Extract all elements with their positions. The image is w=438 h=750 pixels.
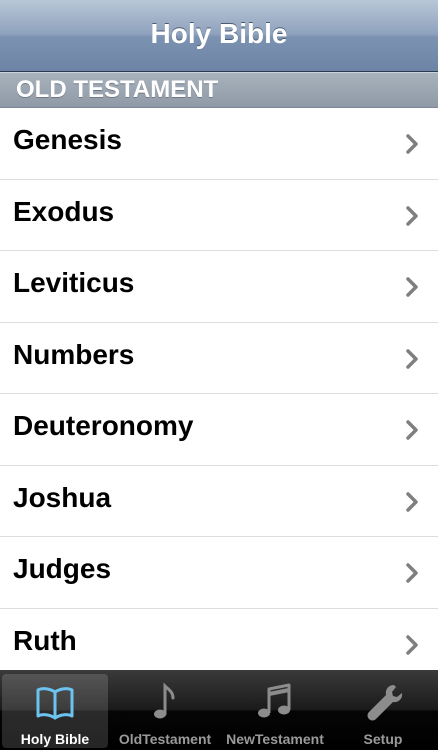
tab-new-testament[interactable]: NewTestament bbox=[222, 674, 328, 748]
list-item[interactable]: Exodus bbox=[0, 179, 438, 251]
list-item-label: Joshua bbox=[13, 481, 112, 513]
music-note-icon bbox=[154, 682, 175, 719]
chevron-right-icon bbox=[406, 205, 418, 226]
list-item-label: Genesis bbox=[13, 124, 122, 155]
list-item-label: Ruth bbox=[13, 624, 77, 656]
section-header-label: OLD TESTAMENT bbox=[16, 76, 219, 103]
tab-label: Holy Bible bbox=[20, 731, 90, 747]
book-list: Genesis Exodus Leviticus Numbers Deutero… bbox=[0, 108, 438, 670]
list-item-label: Numbers bbox=[13, 338, 135, 370]
book-icon bbox=[36, 687, 74, 720]
list-item[interactable]: Numbers bbox=[0, 322, 438, 394]
list-item[interactable]: Leviticus bbox=[0, 251, 438, 323]
tab-label: Setup bbox=[363, 731, 403, 747]
chevron-right-icon bbox=[406, 563, 418, 583]
tab-old-testament[interactable]: OldTestament bbox=[112, 674, 218, 748]
list-item-label: Judges bbox=[13, 553, 112, 584]
chevron-right-icon bbox=[406, 348, 418, 369]
chevron-right-icon bbox=[406, 634, 418, 655]
chevron-right-icon bbox=[406, 420, 418, 440]
tab-setup[interactable]: Setup bbox=[330, 674, 436, 748]
double-music-note-icon bbox=[258, 683, 291, 718]
chevron-right-icon bbox=[406, 491, 418, 512]
navigation-bar: Holy Bible bbox=[0, 0, 438, 72]
chevron-right-icon bbox=[406, 134, 418, 154]
chevron-right-icon bbox=[406, 277, 418, 297]
list-item-label: Leviticus bbox=[13, 267, 135, 298]
list-item[interactable]: Judges bbox=[0, 537, 438, 609]
list-item[interactable]: Ruth bbox=[0, 608, 438, 670]
list-item[interactable]: Deuteronomy bbox=[0, 394, 438, 466]
page-title: Holy Bible bbox=[150, 18, 288, 49]
tab-label: NewTestament bbox=[226, 731, 324, 747]
list-item-label: Deuteronomy bbox=[13, 410, 194, 441]
list-item-label: Exodus bbox=[13, 195, 115, 227]
section-header: OLD TESTAMENT bbox=[0, 72, 438, 108]
list-item[interactable]: Joshua bbox=[0, 465, 438, 537]
tab-holy-bible[interactable]: Holy Bible bbox=[2, 674, 108, 748]
tab-label: OldTestament bbox=[118, 731, 212, 747]
list-item[interactable]: Genesis bbox=[0, 108, 438, 180]
wrench-icon bbox=[367, 685, 403, 721]
tab-bar: Holy Bible OldTestament NewTestament Set… bbox=[0, 670, 438, 750]
